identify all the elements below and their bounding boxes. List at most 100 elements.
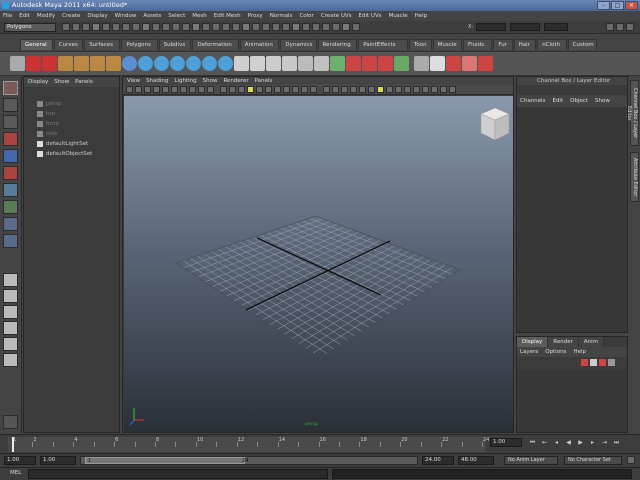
command-input[interactable] <box>28 469 328 479</box>
menu-create-uvs[interactable]: Create UVs <box>321 13 352 19</box>
move-tool-icon[interactable] <box>3 132 18 146</box>
select-tool-icon[interactable] <box>3 81 18 95</box>
x-coordinate-field[interactable] <box>476 23 506 31</box>
show-manip-icon[interactable] <box>3 217 18 231</box>
outliner-item-defaultlightset[interactable]: defaultLightSet <box>37 141 88 147</box>
new-layer-icon[interactable] <box>581 359 588 366</box>
outliner-menu-show[interactable]: Show <box>54 79 69 85</box>
outliner-menu-display[interactable]: Display <box>28 79 48 85</box>
channel-box-menu-channels[interactable]: Channels <box>520 98 545 104</box>
construction-history-icon[interactable] <box>292 23 300 31</box>
viewport-tool-icon-11[interactable] <box>220 86 227 93</box>
lasso-tool-icon[interactable] <box>3 98 18 112</box>
lattice-icon[interactable] <box>346 56 361 71</box>
tool-settings-toggle-icon[interactable] <box>626 23 634 31</box>
cluster-icon[interactable] <box>362 56 377 71</box>
persp-outliner-layout-icon[interactable] <box>3 305 18 319</box>
poly-sphere-icon[interactable] <box>234 56 249 71</box>
channel-box-menu-object[interactable]: Object <box>570 98 588 104</box>
outliner-menu-panels[interactable]: Panels <box>75 79 93 85</box>
viewport-tool-icon-1[interactable] <box>126 86 133 93</box>
viewport-tool-icon-6[interactable] <box>171 86 178 93</box>
save-scene-icon[interactable] <box>82 23 90 31</box>
graph-editor-icon[interactable] <box>462 56 477 71</box>
outliner-layout-icon[interactable] <box>3 353 18 367</box>
go-to-end-icon[interactable]: ⏭ <box>612 439 621 447</box>
rotate-tool-icon[interactable] <box>3 149 18 163</box>
menu-help[interactable]: Help <box>415 13 428 19</box>
mask-render-icon[interactable] <box>182 23 190 31</box>
range-handle[interactable]: 1 24 <box>85 457 248 464</box>
four-view-layout-icon[interactable] <box>3 289 18 303</box>
viewport-tool-icon-13[interactable] <box>238 86 245 93</box>
viewport-menu-show[interactable]: Show <box>203 78 218 84</box>
mask-handle-icon[interactable] <box>122 23 130 31</box>
menu-assets[interactable]: Assets <box>143 13 161 19</box>
shelf-menu-icon[interactable] <box>10 56 25 71</box>
history-output-icon[interactable] <box>282 23 290 31</box>
snap-point-icon[interactable] <box>242 23 250 31</box>
shelf-tab-animation[interactable]: Animation <box>239 39 280 50</box>
viewport-tool-icon-20[interactable] <box>301 86 308 93</box>
current-time-field[interactable]: 1.00 <box>490 438 522 447</box>
animation-end-field[interactable]: 48.00 <box>458 456 494 465</box>
menu-edit-mesh[interactable]: Edit Mesh <box>214 13 241 19</box>
viewport-tool-icon-5[interactable] <box>162 86 169 93</box>
viewport-tool-icon-7[interactable] <box>180 86 187 93</box>
animation-preferences-icon[interactable] <box>627 456 635 464</box>
last-tool-icon[interactable] <box>3 234 18 248</box>
viewport-tool-icon-17[interactable] <box>274 86 281 93</box>
open-scene-icon[interactable] <box>72 23 80 31</box>
menu-normals[interactable]: Normals <box>270 13 293 19</box>
keyframe-icon[interactable] <box>446 56 461 71</box>
soft-mod-icon[interactable] <box>3 200 18 214</box>
viewport-tool-icon-32[interactable] <box>413 86 420 93</box>
shelf-tab-rendering[interactable]: Rendering <box>317 39 358 50</box>
curve-ep-icon[interactable] <box>74 56 89 71</box>
viewport-tool-icon-16[interactable] <box>265 86 272 93</box>
viewport-tool-icon-18[interactable] <box>283 86 290 93</box>
subdiv-icon[interactable] <box>330 56 345 71</box>
viewport-tool-icon-35[interactable] <box>440 86 447 93</box>
camera-icon[interactable] <box>414 56 429 71</box>
character-set-dropdown[interactable]: No Character Set <box>564 456 622 465</box>
shelf-tab-ncloth[interactable]: nCloth <box>537 39 567 50</box>
minimize-button[interactable]: – <box>597 1 610 10</box>
viewport-tool-icon-23[interactable] <box>332 86 339 93</box>
menu-edit[interactable]: Edit <box>19 13 30 19</box>
redo-icon[interactable] <box>42 56 57 71</box>
mask-curve-icon[interactable] <box>142 23 150 31</box>
arc-icon[interactable] <box>106 56 121 71</box>
close-button[interactable]: × <box>625 1 638 10</box>
menu-set-selector[interactable]: Polygons <box>4 23 56 32</box>
render-frame-icon[interactable] <box>312 23 320 31</box>
menu-muscle[interactable]: Muscle <box>389 13 408 19</box>
go-to-start-icon[interactable]: ⏮ <box>528 439 537 447</box>
shelf-tab-fluids[interactable]: Fluids <box>463 39 493 50</box>
playback-start-field[interactable]: 1.00 <box>40 456 76 465</box>
script-editor-icon[interactable] <box>3 415 18 429</box>
ik-handle-icon[interactable] <box>394 56 409 71</box>
play-forwards-icon[interactable]: ▶ <box>576 439 585 447</box>
mask-deform-icon[interactable] <box>162 23 170 31</box>
view-cube-icon[interactable] <box>480 107 510 141</box>
nurbs-cone-icon[interactable] <box>186 56 201 71</box>
viewport-tool-icon-30[interactable] <box>395 86 402 93</box>
menu-edit-uvs[interactable]: Edit UVs <box>359 13 382 19</box>
menu-display[interactable]: Display <box>87 13 107 19</box>
nurbs-plane-icon[interactable] <box>202 56 217 71</box>
viewport-tool-icon-9[interactable] <box>198 86 205 93</box>
universal-manip-icon[interactable] <box>3 183 18 197</box>
poly-cube-icon[interactable] <box>250 56 265 71</box>
nurbs-torus-icon[interactable] <box>218 56 233 71</box>
new-layer-selected-icon[interactable] <box>590 359 597 366</box>
menu-mesh[interactable]: Mesh <box>192 13 206 19</box>
viewport-menu-panels[interactable]: Panels <box>255 78 273 84</box>
shelf-tab-muscle[interactable]: Muscle <box>432 39 462 50</box>
time-slider-track[interactable]: 1 2 4 6 8 10 12 14 16 18 20 22 24 <box>8 437 489 452</box>
render-settings-icon[interactable] <box>332 23 340 31</box>
layer-option-icon[interactable] <box>599 359 606 366</box>
new-scene-icon[interactable] <box>62 23 70 31</box>
curve-cv-icon[interactable] <box>58 56 73 71</box>
anim-layer-dropdown[interactable]: No Anim Layer <box>504 456 558 465</box>
